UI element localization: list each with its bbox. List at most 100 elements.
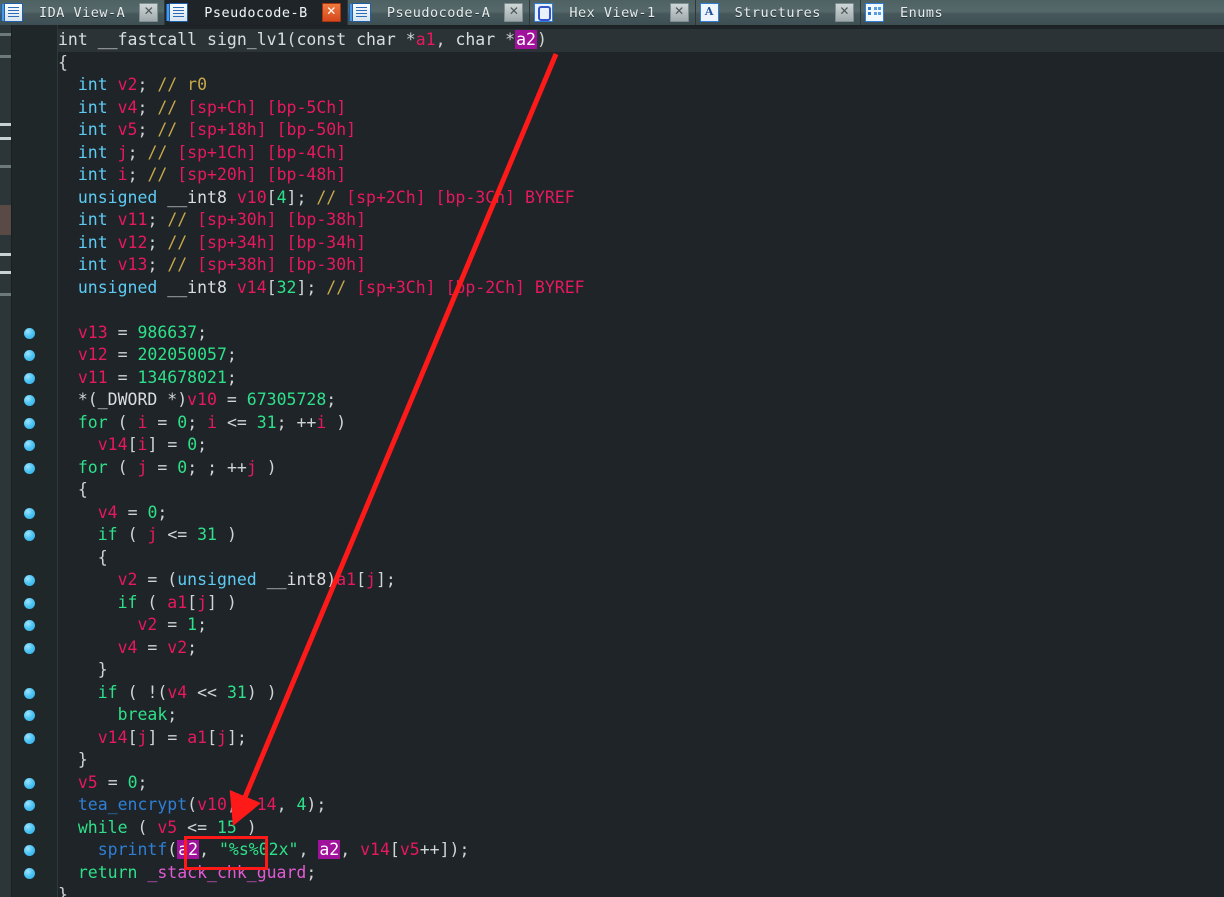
code-line[interactable] bbox=[58, 299, 1224, 322]
code-line[interactable]: v4 = v2; bbox=[58, 637, 1224, 660]
breakpoint-dot[interactable] bbox=[24, 440, 35, 451]
tab-close-button[interactable]: ✕ bbox=[321, 3, 341, 22]
code-line[interactable]: v2 = (unsigned __int8)a1[j]; bbox=[58, 569, 1224, 592]
breakpoint-dot[interactable] bbox=[24, 507, 35, 519]
code-line[interactable]: { bbox=[58, 547, 1224, 570]
tab-label: Pseudocode-B bbox=[204, 4, 308, 21]
strip-marker bbox=[0, 253, 11, 256]
breakpoint-dot[interactable] bbox=[24, 620, 35, 631]
strip-marker bbox=[0, 123, 11, 126]
breakpoint-dot[interactable] bbox=[24, 530, 35, 541]
strip-marker bbox=[0, 165, 11, 168]
tab-label: Hex View-1 bbox=[569, 4, 656, 21]
code-line[interactable]: if ( !(v4 << 31) ) bbox=[58, 682, 1224, 705]
code-line[interactable]: v2 = 1; bbox=[58, 614, 1224, 637]
strip-marker bbox=[0, 55, 11, 58]
code-line[interactable]: v14[j] = a1[j]; bbox=[58, 727, 1224, 750]
code-line[interactable]: for ( i = 0; i <= 31; ++i ) bbox=[58, 412, 1224, 435]
tab-structures[interactable]: A Structures ✕ bbox=[696, 0, 860, 25]
code-line[interactable]: int v2; // r0 bbox=[58, 74, 1224, 97]
strip-marker bbox=[0, 33, 11, 36]
hex-view-icon bbox=[534, 3, 554, 22]
breakpoint-dot[interactable] bbox=[24, 845, 35, 856]
code-line[interactable]: return _stack_chk_guard; bbox=[58, 862, 1224, 885]
tab-label: Structures bbox=[734, 4, 821, 21]
code-line[interactable]: { bbox=[58, 479, 1224, 502]
code-line[interactable]: v11 = 134678021; bbox=[58, 367, 1224, 390]
code-line[interactable]: int v12; // [sp+34h] [bp-34h] bbox=[58, 232, 1224, 255]
breakpoint-dot[interactable] bbox=[24, 822, 35, 834]
breakpoint-dot[interactable] bbox=[24, 372, 35, 384]
code-line[interactable]: { bbox=[58, 52, 1224, 75]
code-line[interactable]: if ( j <= 31 ) bbox=[58, 524, 1224, 547]
tab-enums[interactable]: Enums bbox=[861, 0, 957, 25]
tab-close-button[interactable]: ✕ bbox=[669, 3, 689, 22]
code-line[interactable]: for ( j = 0; ; ++j ) bbox=[58, 457, 1224, 480]
pseudocode-editor[interactable]: 1int __fastcall sign_lv1(const char *a1,… bbox=[58, 25, 1224, 897]
code-line[interactable]: int v4; // [sp+Ch] [bp-5Ch] bbox=[58, 97, 1224, 120]
breakpoint-dot[interactable] bbox=[24, 597, 35, 609]
breakpoint-dot[interactable] bbox=[24, 575, 35, 586]
code-line[interactable]: unsigned __int8 v10[4]; // [sp+2Ch] [bp-… bbox=[58, 187, 1224, 210]
code-line[interactable]: } bbox=[58, 749, 1224, 772]
breakpoint-dot[interactable] bbox=[24, 642, 35, 654]
tab-bar: IDA View-A ✕ Pseudocode-B ✕ Pseudocode-A… bbox=[0, 0, 1224, 26]
code-line[interactable]: int v5; // [sp+18h] [bp-50h] bbox=[58, 119, 1224, 142]
breakpoint-dot[interactable] bbox=[24, 800, 35, 811]
code-line[interactable]: if ( a1[j] ) bbox=[58, 592, 1224, 615]
code-line[interactable]: int v11; // [sp+30h] [bp-38h] bbox=[58, 209, 1224, 232]
highlighted-identifier: a2 bbox=[318, 840, 341, 859]
tab-pseudocode-a[interactable]: Pseudocode-A ✕ bbox=[348, 0, 530, 25]
code-line[interactable]: int i; // [sp+20h] [bp-48h] bbox=[58, 164, 1224, 187]
code-line[interactable]: tea_encrypt(v10, v14, 4); bbox=[58, 794, 1224, 817]
highlighted-identifier: a2 bbox=[515, 30, 537, 49]
tab-close-button[interactable]: ✕ bbox=[834, 3, 854, 22]
strip-marker bbox=[0, 271, 11, 274]
tab-pseudocode-b[interactable]: Pseudocode-B ✕ bbox=[165, 0, 347, 25]
breakpoint-dot[interactable] bbox=[24, 462, 35, 474]
structures-icon: A bbox=[699, 3, 719, 22]
strip-marker bbox=[0, 293, 11, 296]
code-line[interactable]: } bbox=[58, 884, 1224, 897]
tab-close-button[interactable]: ✕ bbox=[504, 3, 524, 22]
code-line[interactable]: v5 = 0; bbox=[58, 772, 1224, 795]
code-line[interactable]: int j; // [sp+1Ch] [bp-4Ch] bbox=[58, 142, 1224, 165]
code-line[interactable]: v13 = 986637; bbox=[58, 322, 1224, 345]
strip-marker bbox=[0, 137, 11, 140]
strip-marker-region bbox=[0, 205, 11, 235]
tab-label: Enums bbox=[899, 4, 944, 21]
document-icon bbox=[4, 3, 23, 22]
breakpoint-dot[interactable] bbox=[24, 732, 35, 744]
highlighted-identifier: a2 bbox=[177, 840, 200, 859]
code-line[interactable]: v4 = 0; bbox=[58, 502, 1224, 525]
breakpoint-dot[interactable] bbox=[24, 350, 35, 361]
breakpoint-dot[interactable] bbox=[24, 777, 35, 789]
code-line[interactable]: } bbox=[58, 659, 1224, 682]
code-line[interactable]: break; bbox=[58, 704, 1224, 727]
code-line[interactable]: int __fastcall sign_lv1(const char *a1, … bbox=[58, 29, 1224, 52]
tab-label: IDA View-A bbox=[39, 4, 126, 21]
code-line[interactable]: unsigned __int8 v14[32]; // [sp+3Ch] [bp… bbox=[58, 277, 1224, 300]
code-line[interactable]: v14[i] = 0; bbox=[58, 434, 1224, 457]
breakpoint-dot[interactable] bbox=[24, 417, 35, 429]
breakpoint-gutter[interactable] bbox=[12, 25, 58, 897]
breakpoint-dot[interactable] bbox=[24, 395, 35, 406]
code-line[interactable]: *(_DWORD *)v10 = 67305728; bbox=[58, 389, 1224, 412]
breakpoint-dot[interactable] bbox=[24, 710, 35, 721]
code-line[interactable]: sprintf(a2, "%s%02x", a2, v14[v5++]); bbox=[58, 839, 1224, 862]
breakpoint-dot[interactable] bbox=[24, 687, 35, 699]
tab-label: Pseudocode-A bbox=[386, 4, 491, 21]
document-icon bbox=[169, 3, 189, 22]
tab-ida-view-a[interactable]: IDA View-A ✕ bbox=[0, 0, 164, 25]
document-icon bbox=[351, 3, 371, 22]
code-line[interactable]: while ( v5 <= 15 ) bbox=[58, 817, 1224, 840]
navigation-marker-strip[interactable] bbox=[0, 25, 12, 897]
code-line[interactable]: v12 = 202050057; bbox=[58, 344, 1224, 367]
tab-close-button[interactable]: ✕ bbox=[139, 3, 159, 22]
enums-icon bbox=[864, 3, 884, 22]
code-line[interactable]: int v13; // [sp+38h] [bp-30h] bbox=[58, 254, 1224, 277]
tab-hex-view-1[interactable]: Hex View-1 ✕ bbox=[530, 0, 694, 25]
breakpoint-dot[interactable] bbox=[24, 327, 35, 339]
ida-pro-window: IDA View-A ✕ Pseudocode-B ✕ Pseudocode-A… bbox=[0, 0, 1224, 897]
breakpoint-dot[interactable] bbox=[24, 867, 35, 879]
